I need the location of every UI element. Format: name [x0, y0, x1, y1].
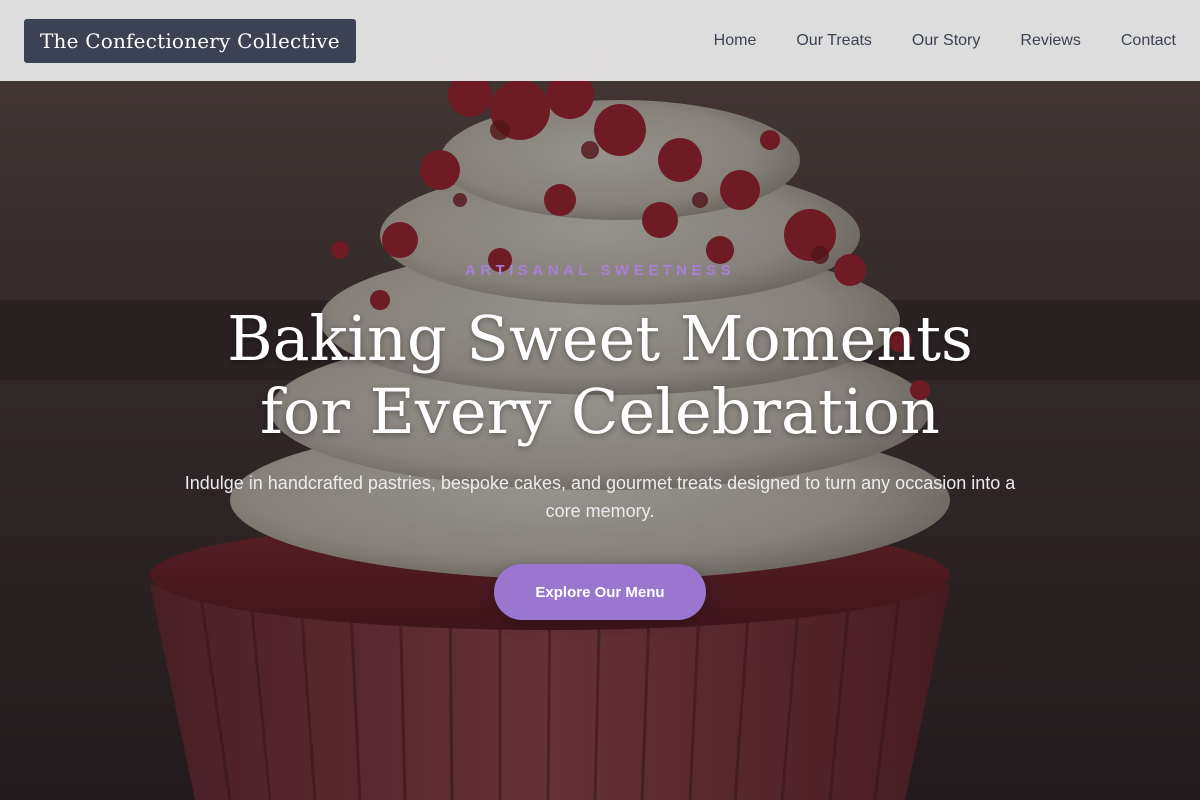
- hero-headline-line-1: Baking Sweet Moments: [227, 302, 973, 375]
- nav-link-home[interactable]: Home: [714, 32, 757, 50]
- main-nav: Home Our Treats Our Story Reviews Contac…: [714, 32, 1176, 50]
- explore-menu-button[interactable]: Explore Our Menu: [494, 564, 706, 620]
- nav-link-our-story[interactable]: Our Story: [912, 32, 980, 50]
- hero-headline-line-2: for Every Celebration: [260, 375, 940, 448]
- hero-headline: Baking Sweet Moments for Every Celebrati…: [100, 302, 1100, 448]
- nav-link-our-treats[interactable]: Our Treats: [796, 32, 872, 50]
- nav-link-reviews[interactable]: Reviews: [1020, 32, 1080, 50]
- hero-subtitle: Indulge in handcrafted pastries, bespoke…: [184, 473, 1016, 521]
- hero-content: ARTISANAL SWEETNESS Baking Sweet Moments…: [0, 0, 1200, 800]
- nav-link-contact[interactable]: Contact: [1121, 32, 1176, 50]
- top-navigation-bar: The Confectionery Collective Home Our Tr…: [0, 0, 1200, 81]
- hero-eyebrow-text: ARTISANAL SWEETNESS: [464, 262, 736, 279]
- brand-logo-link[interactable]: The Confectionery Collective: [24, 18, 356, 63]
